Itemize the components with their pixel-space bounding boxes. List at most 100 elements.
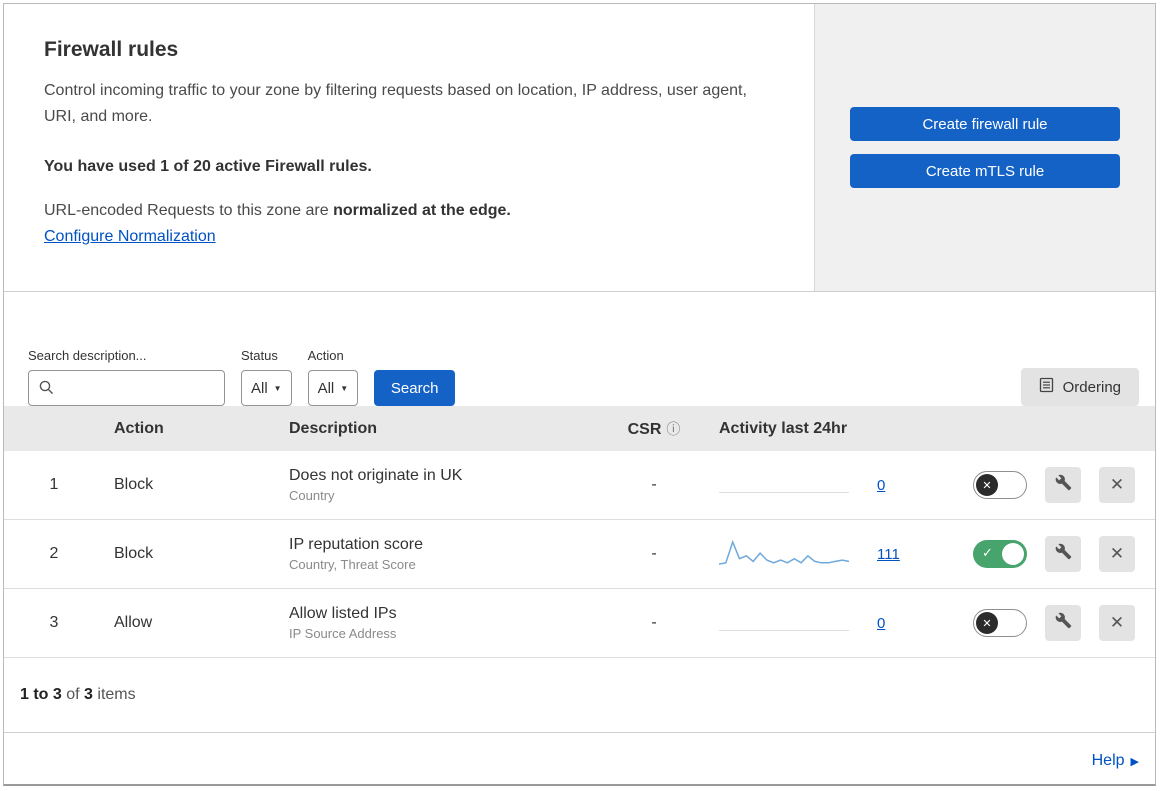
rule-description-cell: Does not originate in UK Country — [279, 467, 599, 503]
wrench-icon — [1055, 612, 1072, 634]
header-info: Firewall rules Control incoming traffic … — [4, 4, 814, 291]
wrench-icon — [1055, 543, 1072, 565]
wrench-icon — [1055, 474, 1072, 496]
toggle-knob: ✕ — [976, 474, 998, 496]
chevron-down-icon: ▼ — [340, 383, 349, 393]
rule-controls: ✕ ✕ — [959, 605, 1155, 641]
action-filter-value: All — [317, 379, 335, 397]
edit-rule-button[interactable] — [1045, 467, 1081, 503]
page-title: Firewall rules — [44, 38, 179, 61]
activity-count-link[interactable]: 0 — [877, 477, 885, 494]
x-icon: ✕ — [982, 617, 992, 630]
toggle-knob — [1002, 543, 1024, 565]
action-filter-group: Action All ▼ — [307, 348, 359, 406]
rule-description[interactable]: Does not originate in UK — [289, 467, 599, 485]
column-csr-label: CSR — [627, 420, 662, 438]
rule-controls: ✕ ✕ — [959, 467, 1155, 503]
rule-action: Block — [114, 476, 154, 493]
actions-panel: Create firewall rule Create mTLS rule — [814, 4, 1155, 291]
table-row: 3 Allow Allow listed IPs IP Source Addre… — [4, 589, 1155, 658]
normalization-text: URL-encoded Requests to this zone are — [44, 202, 334, 219]
delete-rule-button[interactable]: ✕ — [1099, 536, 1135, 572]
of-text: of — [61, 686, 85, 703]
rule-description-cell: Allow listed IPs IP Source Address — [279, 605, 599, 641]
rule-enabled-toggle[interactable]: ✓ — [973, 540, 1027, 568]
close-icon: ✕ — [1109, 613, 1125, 632]
firewall-rules-panel: Firewall rules Control incoming traffic … — [3, 3, 1156, 786]
rule-controls: ✓ ✕ — [959, 536, 1155, 572]
rule-priority: 3 — [49, 614, 59, 631]
rule-enabled-toggle[interactable]: ✕ — [973, 609, 1027, 637]
ordering-button-label: Ordering — [1062, 378, 1121, 396]
create-firewall-rule-button[interactable]: Create firewall rule — [850, 107, 1120, 141]
help-link-label: Help — [1091, 752, 1125, 769]
help-row: Help ▶ — [4, 752, 1155, 784]
column-csr: CSR ⓘ — [599, 419, 709, 439]
search-label: Search description... — [28, 348, 147, 363]
rule-action: Block — [114, 545, 154, 562]
search-icon — [38, 379, 55, 401]
activity-sparkline — [719, 606, 849, 640]
rule-activity-cell: 0 — [709, 606, 959, 640]
close-icon: ✕ — [1109, 544, 1125, 563]
header-section: Firewall rules Control incoming traffic … — [4, 4, 1155, 292]
toggle-knob: ✕ — [976, 612, 998, 634]
check-icon: ✓ — [982, 545, 993, 560]
activity-sparkline — [718, 537, 850, 571]
rule-fields: Country, Threat Score — [289, 557, 416, 572]
rule-fields: Country — [289, 488, 335, 503]
action-filter-dropdown[interactable]: All ▼ — [307, 370, 359, 406]
action-filter-label: Action — [307, 348, 344, 363]
x-icon: ✕ — [982, 479, 992, 492]
table-header-row: Action Description CSR ⓘ Activity last 24… — [4, 406, 1155, 451]
filter-toolbar: Search description... Status All ▼ Actio… — [4, 292, 1155, 406]
table-row: 1 Block Does not originate in UK Country… — [4, 451, 1155, 520]
activity-count-link[interactable]: 0 — [877, 615, 885, 632]
rule-csr: - — [651, 476, 657, 493]
create-mtls-rule-button[interactable]: Create mTLS rule — [850, 154, 1120, 188]
configure-normalization-link[interactable]: Configure Normalization — [44, 228, 216, 245]
rule-description[interactable]: Allow listed IPs — [289, 605, 599, 623]
table-row: 2 Block IP reputation score Country, Thr… — [4, 520, 1155, 589]
status-filter-dropdown[interactable]: All ▼ — [241, 370, 292, 406]
edit-rule-button[interactable] — [1045, 605, 1081, 641]
info-icon[interactable]: ⓘ — [666, 421, 680, 437]
usage-summary: You have used 1 of 20 active Firewall ru… — [44, 158, 372, 175]
column-activity: Activity last 24hr — [719, 419, 848, 437]
items-text: items — [92, 686, 136, 703]
normalization-bold-text: normalized at the edge. — [333, 202, 511, 219]
rule-description-cell: IP reputation score Country, Threat Scor… — [279, 536, 599, 572]
items-total: 3 — [84, 686, 93, 703]
pagination-summary: 1 to 3 of 3 items — [4, 658, 1155, 733]
search-button[interactable]: Search — [374, 370, 456, 406]
page-description: Control incoming traffic to your zone by… — [44, 82, 747, 125]
sparkline-chart — [718, 539, 850, 565]
rule-priority: 2 — [49, 545, 59, 562]
rule-fields: IP Source Address — [289, 626, 397, 641]
rule-action: Allow — [114, 614, 153, 631]
search-input[interactable] — [28, 370, 225, 406]
rule-csr: - — [651, 545, 657, 562]
search-box — [28, 370, 225, 406]
rule-activity-cell: 111 — [709, 537, 959, 571]
chevron-down-icon: ▼ — [273, 383, 282, 393]
close-icon: ✕ — [1109, 475, 1125, 494]
ordering-button[interactable]: Ordering — [1020, 368, 1139, 406]
delete-rule-button[interactable]: ✕ — [1099, 605, 1135, 641]
activity-count-link[interactable]: 111 — [877, 546, 900, 563]
activity-sparkline — [719, 468, 849, 502]
rule-priority: 1 — [49, 476, 59, 493]
help-link[interactable]: Help ▶ — [1092, 752, 1139, 770]
edit-rule-button[interactable] — [1045, 536, 1081, 572]
rule-csr: - — [651, 614, 657, 631]
items-range: 1 to 3 — [20, 686, 62, 703]
delete-rule-button[interactable]: ✕ — [1099, 467, 1135, 503]
column-action: Action — [114, 419, 164, 437]
rule-description[interactable]: IP reputation score — [289, 536, 599, 554]
rule-activity-cell: 0 — [709, 468, 959, 502]
rule-enabled-toggle[interactable]: ✕ — [973, 471, 1027, 499]
arrow-right-icon: ▶ — [1130, 755, 1139, 768]
search-group: Search description... — [28, 348, 225, 406]
ordering-list-icon — [1039, 377, 1054, 397]
status-filter-value: All — [251, 379, 268, 397]
